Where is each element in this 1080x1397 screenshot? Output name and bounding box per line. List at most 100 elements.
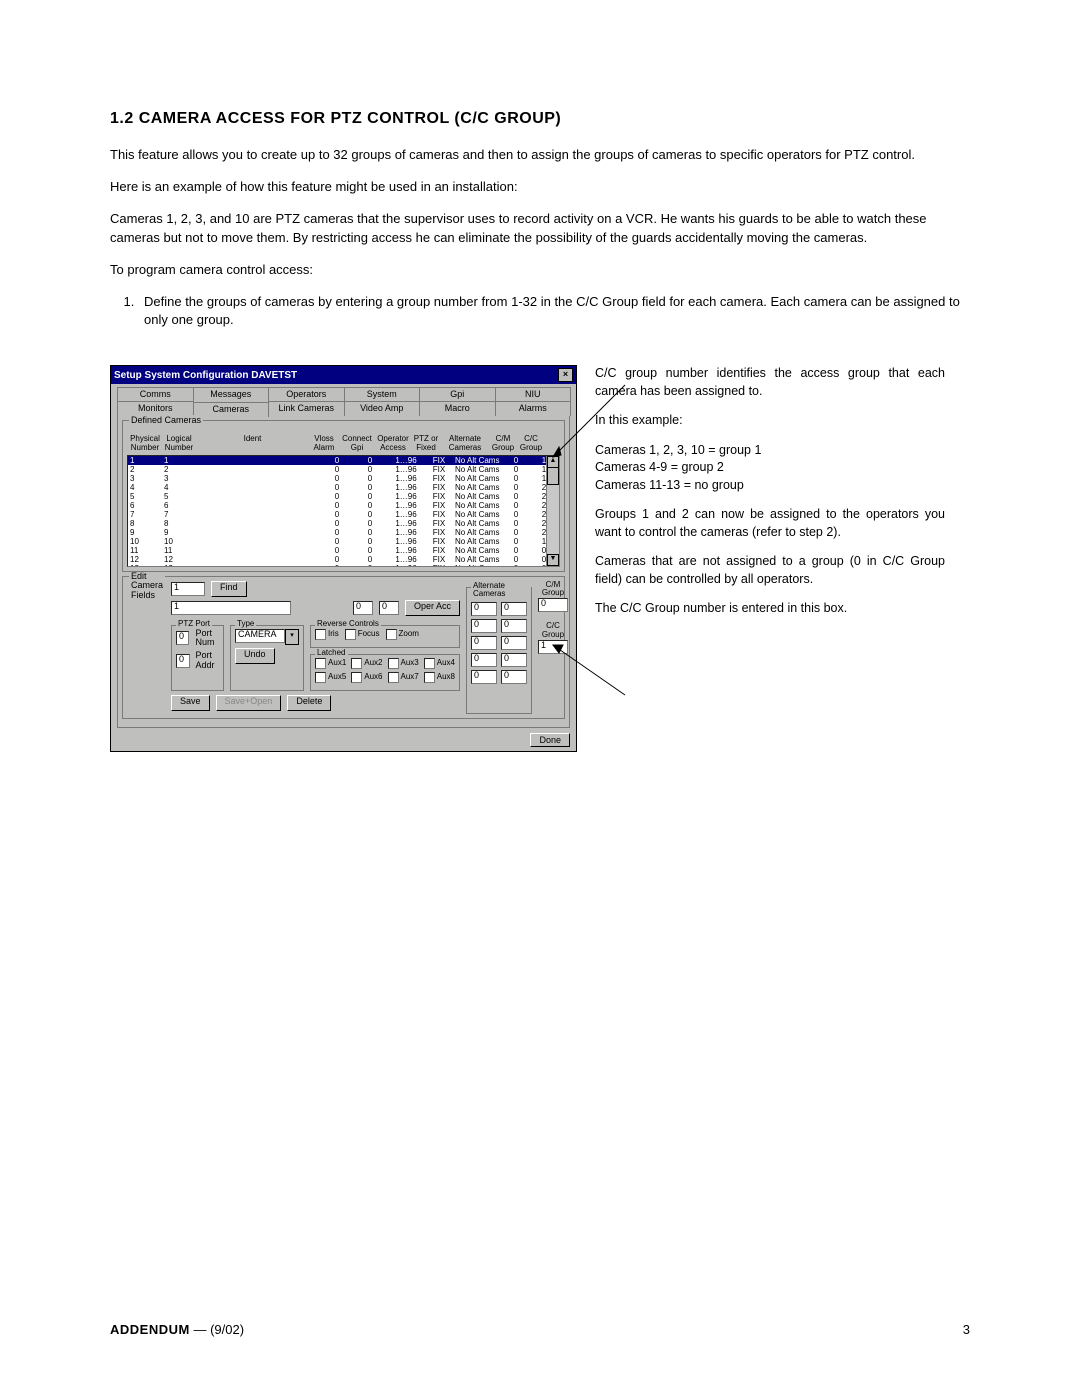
table-row[interactable]: 1313001…96FIXNo Alt Cams00 — [128, 564, 559, 567]
annotation-para: Cameras 1, 2, 3, 10 = group 1 Cameras 4-… — [595, 442, 945, 495]
annotation-para: In this example: — [595, 412, 945, 430]
aux-checkbox-8[interactable]: Aux8 — [424, 672, 455, 683]
tab-operators[interactable]: Operators — [268, 387, 345, 402]
table-row[interactable]: 33001…96FIXNo Alt Cams01 — [128, 474, 559, 483]
focus-checkbox[interactable]: Focus — [345, 629, 380, 640]
camera-number-input[interactable]: 1 — [171, 582, 205, 596]
vloss-input[interactable]: 0 — [353, 601, 373, 615]
tab-link-cameras[interactable]: Link Cameras — [268, 401, 345, 416]
conn-input[interactable]: 0 — [379, 601, 399, 615]
edit-camera-group: Edit Camera Fields 1 Find 1 0 0 Oper Ac — [122, 576, 565, 719]
cm-group-label: C/M Group — [538, 581, 568, 599]
col-connect: Connect Gpi — [340, 435, 374, 453]
find-button[interactable]: Find — [211, 581, 247, 597]
alt-camera-input[interactable]: 0 — [501, 602, 527, 616]
alt-camera-input[interactable]: 0 — [471, 653, 497, 667]
table-row[interactable]: 11001…96FIXNo Alt Cams01 — [128, 456, 559, 465]
delete-button[interactable]: Delete — [287, 695, 331, 711]
column-headers: Physical Number Logical Number Ident Vlo… — [127, 435, 560, 455]
tab-macro[interactable]: Macro — [419, 401, 496, 416]
aux-checkbox-1[interactable]: Aux1 — [315, 658, 346, 669]
footer-page-number: 3 — [963, 1322, 970, 1337]
table-row[interactable]: 88001…96FIXNo Alt Cams02 — [128, 519, 559, 528]
tab-monitors[interactable]: Monitors — [117, 401, 194, 416]
zoom-checkbox[interactable]: Zoom — [386, 629, 419, 640]
alt-cameras-label: Alternate Cameras — [471, 582, 531, 600]
table-row[interactable]: 99001…96FIXNo Alt Cams02 — [128, 528, 559, 537]
col-operator: Operator Access — [376, 435, 410, 453]
type-combo[interactable]: CAMERA ▾ — [235, 629, 299, 645]
chevron-down-icon[interactable]: ▾ — [285, 629, 299, 645]
port-addr-input[interactable]: 0 — [176, 654, 190, 668]
annotation-para: Cameras that are not assigned to a group… — [595, 553, 945, 588]
defined-cameras-group: Defined Cameras Physical Number Logical … — [122, 420, 565, 571]
table-row[interactable]: 1111001…96FIXNo Alt Cams00 — [128, 546, 559, 555]
aux-checkbox-7[interactable]: Aux7 — [388, 672, 419, 683]
body-para: Cameras 1, 2, 3, and 10 are PTZ cameras … — [110, 210, 970, 246]
tab-video-amp[interactable]: Video Amp — [344, 401, 421, 416]
list-scrollbar[interactable]: ▲ ▼ — [546, 456, 559, 566]
reverse-controls-label: Reverse Controls — [315, 620, 381, 629]
tab-gpi[interactable]: Gpi — [419, 387, 496, 402]
aux-checkbox-3[interactable]: Aux3 — [388, 658, 419, 669]
table-row[interactable]: 66001…96FIXNo Alt Cams02 — [128, 501, 559, 510]
col-ptz: PTZ or Fixed — [412, 435, 440, 453]
col-ident: Ident — [197, 435, 308, 453]
annotation-para: Groups 1 and 2 can now be assigned to th… — [595, 506, 945, 541]
aux-checkbox-6[interactable]: Aux6 — [351, 672, 382, 683]
done-button[interactable]: Done — [530, 733, 570, 747]
ptz-port-label: PTZ Port — [176, 620, 212, 629]
undo-button[interactable]: Undo — [235, 648, 275, 664]
footer-label: ADDENDUM — [110, 1322, 190, 1337]
save-button[interactable]: Save — [171, 695, 210, 711]
step-item: Define the groups of cameras by entering… — [138, 293, 970, 329]
aux-checkbox-5[interactable]: Aux5 — [315, 672, 346, 683]
groupbox-title: Defined Cameras — [129, 415, 203, 425]
table-row[interactable]: 55001…96FIXNo Alt Cams02 — [128, 492, 559, 501]
alt-camera-input[interactable]: 0 — [471, 619, 497, 633]
alt-camera-input[interactable]: 0 — [501, 636, 527, 650]
page-footer: ADDENDUM — (9/02) 3 — [110, 1322, 970, 1337]
alt-camera-input[interactable]: 0 — [471, 602, 497, 616]
alt-camera-input[interactable]: 0 — [471, 636, 497, 650]
aux-checkbox-4[interactable]: Aux4 — [424, 658, 455, 669]
col-ccgroup: C/C Group — [518, 435, 544, 453]
scroll-thumb[interactable] — [547, 467, 559, 485]
table-row[interactable]: 44001…96FIXNo Alt Cams02 — [128, 483, 559, 492]
save-open-button[interactable]: Save+Open — [216, 695, 282, 711]
alt-camera-input[interactable]: 0 — [501, 619, 527, 633]
dialog-title: Setup System Configuration DAVETST — [114, 370, 297, 381]
tab-system[interactable]: System — [344, 387, 421, 402]
iris-checkbox[interactable]: Iris — [315, 629, 339, 640]
tab-cameras[interactable]: Cameras — [193, 402, 270, 417]
port-addr-label: Port Addr — [196, 651, 220, 671]
ident-input[interactable]: 1 — [171, 601, 291, 615]
col-physical: Physical Number — [129, 435, 161, 453]
callout-arrow-1 — [547, 383, 627, 463]
dialog-titlebar: Setup System Configuration DAVETST × — [111, 366, 576, 384]
close-icon[interactable]: × — [558, 368, 573, 382]
annotation-para: The C/C Group number is entered in this … — [595, 600, 945, 618]
scroll-down-icon[interactable]: ▼ — [547, 554, 559, 566]
table-row[interactable]: 22001…96FIXNo Alt Cams01 — [128, 465, 559, 474]
table-row[interactable]: 77001…96FIXNo Alt Cams02 — [128, 510, 559, 519]
table-row[interactable]: 1212001…96FIXNo Alt Cams00 — [128, 555, 559, 564]
camera-list[interactable]: 11001…96FIXNo Alt Cams0122001…96FIXNo Al… — [127, 455, 560, 567]
tab-comms[interactable]: Comms — [117, 387, 194, 402]
callout-arrow-2 — [547, 605, 627, 705]
alt-camera-input[interactable]: 0 — [471, 670, 497, 684]
aux-checkbox-2[interactable]: Aux2 — [351, 658, 382, 669]
port-num-label: Port Num — [195, 629, 219, 649]
col-logical: Logical Number — [163, 435, 195, 453]
table-row[interactable]: 1010001…96FIXNo Alt Cams01 — [128, 537, 559, 546]
groupbox-title: Edit Camera Fields — [129, 572, 165, 705]
alt-camera-input[interactable]: 0 — [501, 653, 527, 667]
alt-camera-input[interactable]: 0 — [501, 670, 527, 684]
col-altcam: Alternate Cameras — [442, 435, 488, 453]
tab-messages[interactable]: Messages — [193, 387, 270, 402]
port-num-input[interactable]: 0 — [176, 631, 189, 645]
type-label: Type — [235, 620, 256, 629]
latched-label: Latched — [315, 649, 347, 658]
oper-acc-button[interactable]: Oper Acc — [405, 600, 460, 616]
footer-date: (9/02) — [210, 1322, 244, 1337]
